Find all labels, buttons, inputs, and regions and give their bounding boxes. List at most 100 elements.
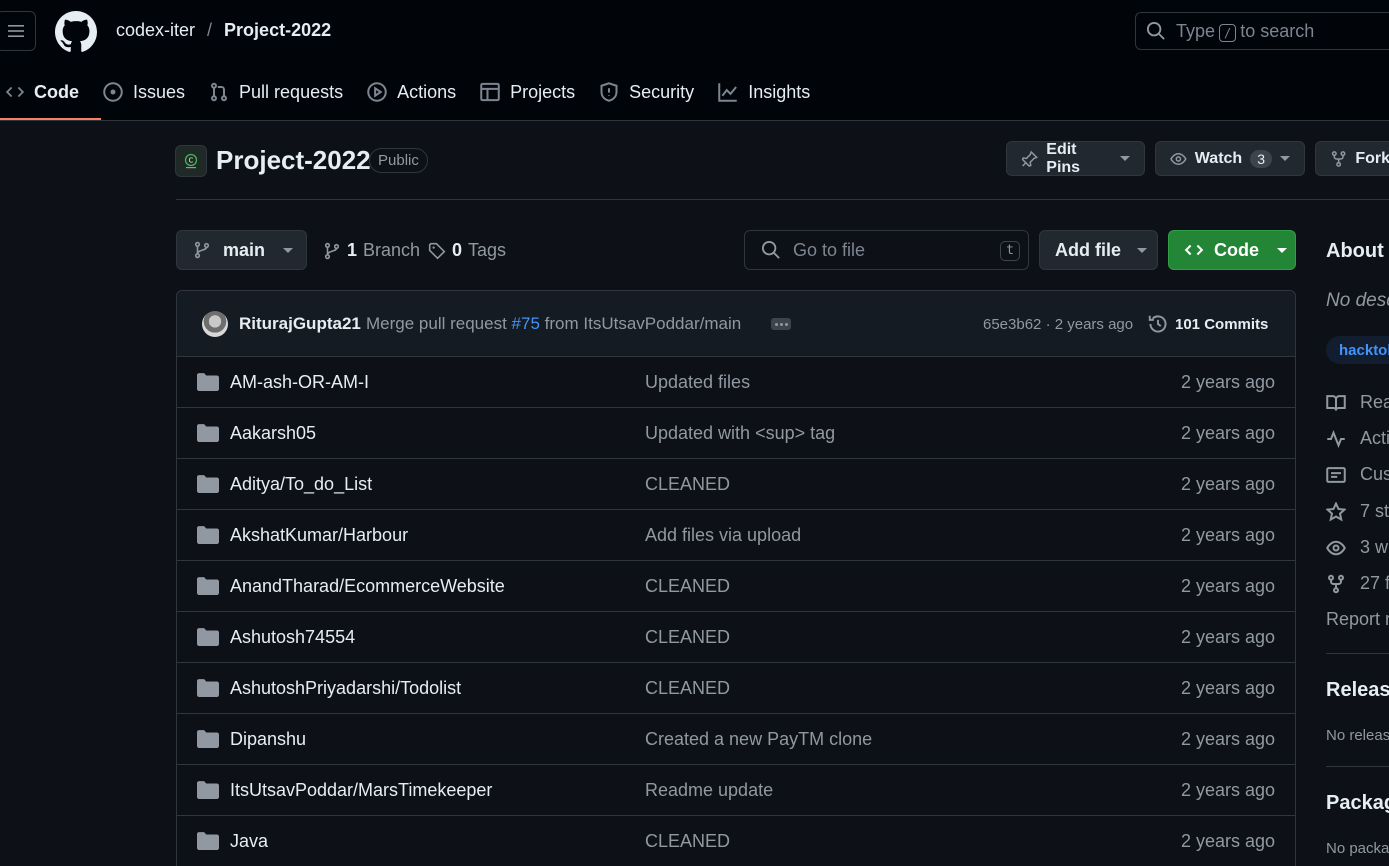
file-commit-message[interactable]: CLEANED bbox=[645, 576, 730, 597]
tab-label: Pull requests bbox=[239, 81, 344, 102]
tab-label: Insights bbox=[748, 81, 811, 102]
table-row[interactable]: Aakarsh05 Updated with <sup> tag 2 years… bbox=[177, 408, 1295, 459]
packages-heading[interactable]: Packag bbox=[1326, 792, 1389, 815]
file-commit-message[interactable]: Updated with <sup> tag bbox=[645, 423, 835, 444]
repo-title[interactable]: Project-2022 bbox=[216, 145, 371, 176]
sidebar-item-forks[interactable]: 27 f bbox=[1326, 573, 1389, 594]
hamburger-icon bbox=[8, 25, 24, 37]
tab-actions[interactable]: Actions bbox=[355, 70, 468, 114]
fork-icon bbox=[1331, 150, 1346, 167]
chevron-down-icon bbox=[283, 247, 294, 253]
report-repository-link[interactable]: Report r bbox=[1326, 609, 1389, 630]
tab-label: Projects bbox=[510, 81, 576, 102]
table-row[interactable]: Aditya/To_do_List CLEANED 2 years ago bbox=[177, 459, 1295, 510]
file-commit-date: 2 years ago bbox=[1180, 627, 1275, 647]
tab-security[interactable]: Security bbox=[587, 70, 706, 114]
tab-pull-requests[interactable]: Pull requests bbox=[197, 70, 355, 114]
commits-history-link[interactable]: 101 Commits bbox=[1147, 313, 1268, 335]
branch-selector[interactable]: main bbox=[176, 230, 307, 270]
tab-label: Code bbox=[34, 81, 79, 102]
about-heading: About bbox=[1326, 240, 1384, 262]
table-row[interactable]: AshutoshPriyadarshi/Todolist CLEANED 2 y… bbox=[177, 663, 1295, 714]
watch-button[interactable]: Watch 3 bbox=[1155, 141, 1305, 176]
file-commit-message[interactable]: Created a new PayTM clone bbox=[645, 729, 872, 750]
file-name-link[interactable]: AkshatKumar/Harbour bbox=[230, 525, 408, 546]
table-row[interactable]: AnandTharad/EcommerceWebsite CLEANED 2 y… bbox=[177, 561, 1295, 612]
global-search-input[interactable]: Type / to search bbox=[1135, 12, 1389, 50]
github-logo-icon[interactable] bbox=[55, 11, 97, 53]
file-name-link[interactable]: AshutoshPriyadarshi/Todolist bbox=[230, 678, 461, 699]
sidebar-item-stars[interactable]: 7 st bbox=[1326, 501, 1389, 522]
git-branch-icon bbox=[324, 242, 340, 259]
file-commit-date: 2 years ago bbox=[1180, 423, 1275, 443]
edit-pins-button[interactable]: Edit Pins bbox=[1006, 141, 1145, 176]
breadcrumb-owner-link[interactable]: codex-iter bbox=[116, 20, 195, 41]
file-name-link[interactable]: Aditya/To_do_List bbox=[230, 474, 372, 495]
commit-message-suffix: from ItsUtsavPoddar/main bbox=[544, 314, 742, 333]
watch-label: Watch bbox=[1194, 149, 1243, 167]
hamburger-menu-button[interactable] bbox=[0, 11, 36, 51]
folder-icon bbox=[197, 832, 219, 850]
file-commit-date: 2 years ago bbox=[1180, 678, 1275, 698]
commit-hash-time[interactable]: 65e3b62 · 2 years ago bbox=[983, 316, 1133, 333]
branches-link[interactable]: 1 Branch bbox=[323, 240, 420, 261]
table-row[interactable]: AkshatKumar/Harbour Add files via upload… bbox=[177, 510, 1295, 561]
report-label: Report r bbox=[1326, 609, 1389, 629]
file-commit-message[interactable]: Readme update bbox=[645, 780, 773, 801]
breadcrumb-repo-link[interactable]: Project-2022 bbox=[224, 20, 331, 41]
file-name-link[interactable]: AnandTharad/EcommerceWebsite bbox=[230, 576, 505, 597]
tab-projects[interactable]: Projects bbox=[468, 70, 587, 114]
tab-issues[interactable]: Issues bbox=[91, 70, 197, 114]
table-row[interactable]: Dipanshu Created a new PayTM clone 2 yea… bbox=[177, 714, 1295, 765]
file-name-link[interactable]: ItsUtsavPoddar/MarsTimekeeper bbox=[230, 780, 492, 801]
file-name-link[interactable]: Ashutosh74554 bbox=[230, 627, 355, 648]
pull-request-icon bbox=[211, 82, 228, 102]
commit-author-link[interactable]: RiturajGupta21 bbox=[239, 314, 361, 334]
avatar[interactable] bbox=[202, 311, 228, 337]
add-file-button[interactable]: Add file bbox=[1039, 230, 1158, 270]
file-commit-message[interactable]: CLEANED bbox=[645, 474, 730, 495]
file-commit-message[interactable]: CLEANED bbox=[645, 678, 730, 699]
chevron-down-icon bbox=[1137, 247, 1147, 253]
tags-link[interactable]: 0 Tags bbox=[428, 240, 506, 261]
go-to-file-placeholder: Go to file bbox=[793, 239, 866, 260]
search-icon bbox=[1146, 21, 1165, 40]
releases-heading[interactable]: Release bbox=[1326, 679, 1389, 702]
svg-text:C: C bbox=[189, 157, 194, 165]
repo-owner-avatar[interactable]: C bbox=[175, 145, 207, 177]
expand-commit-message-button[interactable] bbox=[771, 318, 791, 330]
sidebar-item-activity[interactable]: Acti bbox=[1326, 428, 1389, 449]
sidebar-item-watchers[interactable]: 3 w bbox=[1326, 537, 1388, 558]
folder-icon bbox=[197, 373, 219, 391]
table-row[interactable]: AM-ash-OR-AM-I Updated files 2 years ago bbox=[177, 357, 1295, 408]
fork-button[interactable]: Fork bbox=[1315, 141, 1389, 176]
pull-request-link[interactable]: #75 bbox=[512, 314, 540, 333]
history-icon bbox=[1148, 315, 1167, 333]
file-commit-message[interactable]: Add files via upload bbox=[645, 525, 801, 546]
table-row[interactable]: ItsUtsavPoddar/MarsTimekeeper Readme upd… bbox=[177, 765, 1295, 816]
tab-label: Issues bbox=[133, 81, 186, 102]
file-commit-date: 2 years ago bbox=[1180, 474, 1275, 494]
sidebar-item-readme[interactable]: Rea bbox=[1326, 392, 1389, 413]
search-shortcut-key: / bbox=[1219, 23, 1237, 42]
file-commit-message[interactable]: CLEANED bbox=[645, 831, 730, 852]
file-name-link[interactable]: Dipanshu bbox=[230, 729, 306, 750]
table-icon bbox=[480, 82, 500, 102]
file-commit-message[interactable]: CLEANED bbox=[645, 627, 730, 648]
play-icon bbox=[367, 82, 387, 102]
table-row[interactable]: Ashutosh74554 CLEANED 2 years ago bbox=[177, 612, 1295, 663]
topic-tag[interactable]: hacktob bbox=[1326, 336, 1389, 364]
tab-insights[interactable]: Insights bbox=[706, 70, 822, 114]
file-name-link[interactable]: Aakarsh05 bbox=[230, 423, 316, 444]
code-icon bbox=[1184, 244, 1204, 256]
table-row[interactable]: Java CLEANED 2 years ago bbox=[177, 816, 1295, 866]
go-to-file-input[interactable]: Go to file t bbox=[744, 230, 1029, 270]
file-name-link[interactable]: Java bbox=[230, 831, 268, 852]
commit-message[interactable]: Merge pull request #75 from ItsUtsavPodd… bbox=[366, 314, 741, 334]
file-commit-message[interactable]: Updated files bbox=[645, 372, 750, 393]
breadcrumb-separator: / bbox=[207, 20, 213, 40]
sidebar-item-custom-properties[interactable]: Cus bbox=[1326, 464, 1389, 485]
file-name-link[interactable]: AM-ash-OR-AM-I bbox=[230, 372, 369, 393]
tab-code[interactable]: Code bbox=[0, 70, 101, 120]
code-button[interactable]: Code bbox=[1168, 230, 1296, 270]
